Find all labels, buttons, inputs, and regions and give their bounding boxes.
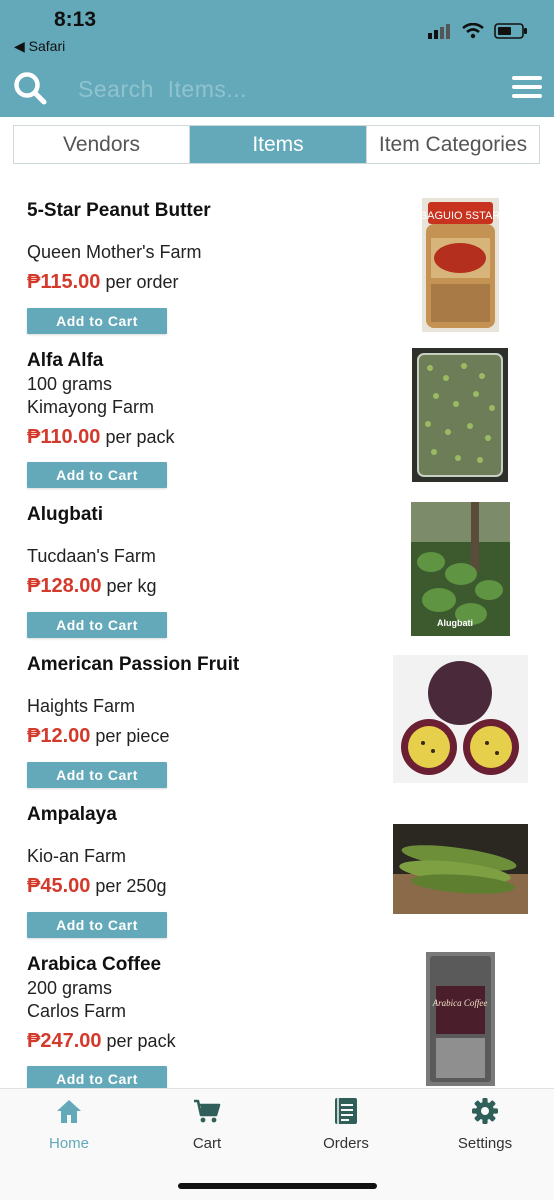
item-price: ₱247.00 — [27, 1030, 102, 1052]
item-price: ₱115.00 — [27, 271, 101, 293]
nav-settings-label: Settings — [457, 1135, 513, 1152]
list-item[interactable]: 5-Star Peanut Butter Queen Mother's Farm… — [0, 170, 554, 334]
nav-home-label: Home — [48, 1135, 89, 1152]
item-price-line: ₱12.00 per piece — [27, 725, 169, 748]
status-icons — [428, 20, 528, 42]
wifi-icon — [462, 23, 484, 39]
item-name: Arabica Coffee — [27, 954, 162, 975]
settings-icon — [472, 1098, 498, 1124]
passion-fruit-image[interactable] — [393, 655, 528, 783]
signal-icon — [428, 24, 450, 39]
item-unit: per 250g — [95, 876, 167, 896]
item-vendor: Haights Farm — [27, 696, 136, 716]
status-time: 8:13 — [54, 8, 97, 31]
item-name: Ampalaya — [27, 804, 117, 825]
item-price-line: ₱110.00 per pack — [27, 426, 174, 449]
item-name: Alfa Alfa — [27, 350, 104, 371]
cart-icon — [194, 1099, 221, 1123]
peanut-butter-jar-image[interactable]: BAGUIO 5STAR — [422, 198, 499, 332]
item-unit: per kg — [106, 576, 157, 596]
alfalfa-sprouts-image[interactable] — [412, 348, 508, 482]
item-name: Alugbati — [27, 504, 103, 525]
item-price: ₱128.00 — [27, 575, 102, 597]
nav-orders[interactable]: Orders — [277, 1089, 415, 1169]
item-name: 5-Star Peanut Butter — [27, 200, 211, 221]
item-size: 200 grams — [27, 978, 113, 998]
list-item[interactable]: Ampalaya Kio-an Farm ₱45.00 per 250g Add… — [0, 774, 554, 938]
item-price-line: ₱128.00 per kg — [27, 575, 157, 598]
add-to-cart-button[interactable]: Add to Cart — [27, 1066, 167, 1088]
item-price-line: ₱115.00 per order — [27, 271, 178, 294]
item-vendor: Tucdaan's Farm — [27, 546, 156, 566]
nav-home[interactable]: Home — [0, 1089, 138, 1169]
nav-settings[interactable]: Settings — [416, 1089, 554, 1169]
item-unit: per order — [105, 272, 179, 292]
nav-orders-label: Orders — [323, 1135, 369, 1152]
nav-cart[interactable]: Cart — [138, 1089, 276, 1169]
tab-item-categories[interactable]: Item Categories — [366, 126, 539, 163]
list-item[interactable]: Alfa Alfa 100 grams Kimayong Farm ₱110.0… — [0, 320, 554, 488]
hamburger-menu-icon[interactable] — [512, 76, 542, 100]
nav-cart-label: Cart — [192, 1135, 222, 1152]
item-price: ₱12.00 — [27, 725, 91, 747]
bitter-gourd-image[interactable] — [393, 824, 528, 914]
orders-icon — [335, 1098, 357, 1124]
tab-vendors[interactable]: Vendors — [14, 126, 190, 163]
back-to-safari[interactable]: ◀ Safari — [14, 38, 65, 55]
item-vendor: Kio-an Farm — [27, 846, 127, 866]
item-unit: per pack — [106, 1031, 176, 1051]
list-item[interactable]: Alugbati Tucdaan's Farm ₱128.00 per kg A… — [0, 474, 554, 638]
home-icon — [57, 1100, 81, 1123]
bottom-tab-bar: Home Cart Orders Settings — [0, 1088, 554, 1200]
coffee-bag-caption: Arabica Coffee — [432, 998, 488, 1008]
item-name: American Passion Fruit — [27, 654, 240, 675]
battery-icon — [494, 23, 527, 39]
top-bar: 8:13 ◀ Safari — [0, 0, 554, 117]
item-price-line: ₱247.00 per pack — [27, 1030, 176, 1053]
item-vendor: Kimayong Farm — [27, 397, 155, 417]
alugbati-image[interactable]: Alugbati — [411, 502, 510, 636]
item-price: ₱110.00 — [27, 426, 101, 448]
list-item[interactable]: American Passion Fruit Haights Farm ₱12.… — [0, 624, 554, 788]
item-vendor: Queen Mother's Farm — [27, 242, 202, 262]
item-price-line: ₱45.00 per 250g — [27, 875, 166, 898]
list-item[interactable]: Arabica Coffee 200 grams Carlos Farm ₱24… — [0, 924, 554, 1088]
item-unit: per piece — [95, 726, 170, 746]
tab-items[interactable]: Items — [190, 126, 366, 163]
item-price: ₱45.00 — [27, 875, 91, 897]
search-icon[interactable] — [12, 70, 48, 106]
item-unit: per pack — [105, 427, 175, 447]
view-tabs: Vendors Items Item Categories — [13, 125, 540, 164]
home-indicator — [178, 1183, 377, 1189]
item-list[interactable]: 5-Star Peanut Butter Queen Mother's Farm… — [0, 170, 554, 1088]
svg-text:BAGUIO 5STAR: BAGUIO 5STAR — [422, 210, 499, 222]
coffee-bag-image[interactable]: Arabica Coffee — [426, 952, 495, 1086]
item-size: 100 grams — [27, 374, 113, 394]
item-vendor: Carlos Farm — [27, 1001, 127, 1021]
search-input[interactable] — [76, 70, 460, 108]
